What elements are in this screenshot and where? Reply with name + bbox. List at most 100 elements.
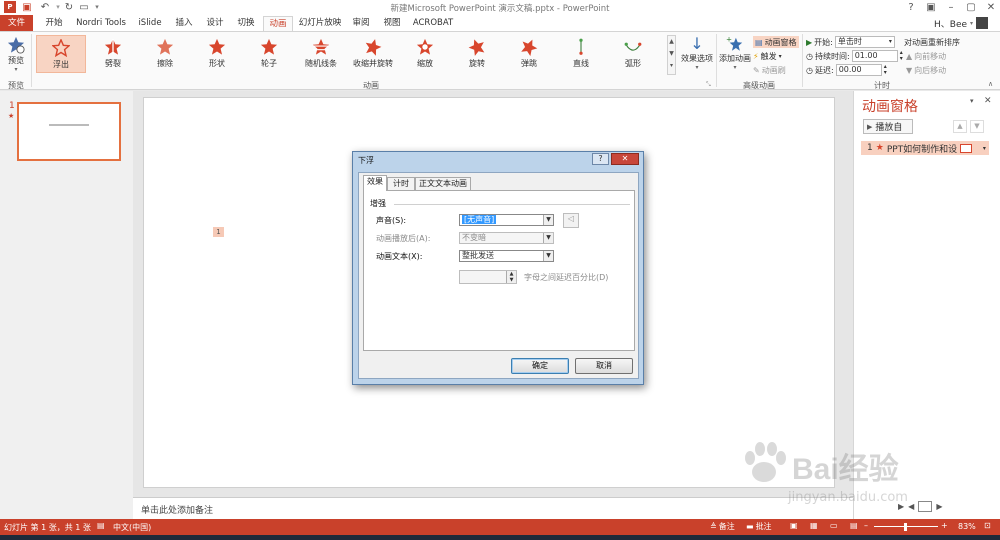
tab-review[interactable]: 审阅: [347, 16, 375, 31]
add-star-icon: +: [726, 35, 743, 51]
customize-quick-access-icon[interactable]: ▾: [91, 1, 103, 13]
ok-button[interactable]: 确定: [511, 358, 569, 374]
dialog-help-button[interactable]: ?: [592, 153, 609, 165]
pane-close-icon[interactable]: ✕: [984, 96, 992, 106]
undo-icon[interactable]: ↶: [39, 1, 51, 13]
anim-float-out[interactable]: 浮出: [36, 35, 86, 73]
pane-menu-icon[interactable]: ▾: [970, 97, 974, 105]
scroll-left-icon[interactable]: ◀: [908, 502, 914, 511]
animation-pane-button[interactable]: ▤ 动画窗格: [753, 36, 799, 48]
anim-bounce[interactable]: 弹跳: [504, 35, 554, 73]
item-label: PPT如何制作和设...: [886, 144, 957, 155]
tab-acrobat[interactable]: ACROBAT: [410, 16, 456, 31]
star-icon: [260, 38, 278, 55]
maximize-button[interactable]: ▢: [960, 0, 982, 15]
dialog-close-button[interactable]: ✕: [611, 153, 639, 165]
delay-input[interactable]: 00.00: [835, 64, 882, 76]
tab-design[interactable]: 设计: [201, 16, 229, 31]
after-animation-select[interactable]: 不变暗 ▼: [459, 232, 554, 244]
save-icon[interactable]: ▣: [21, 1, 33, 13]
sound-select[interactable]: [无声音] ▼: [459, 214, 554, 226]
delay-percent-input[interactable]: ▲ ▼: [459, 270, 517, 284]
trigger-button[interactable]: ⚡ 触发 ▾: [753, 50, 782, 62]
spell-check-icon[interactable]: ▤: [97, 521, 105, 530]
play-icon[interactable]: ▶: [898, 502, 904, 511]
minimize-button[interactable]: –: [940, 0, 962, 15]
delay-percent-label: 字母之间延迟百分比(D): [524, 273, 609, 282]
chevron-down-icon[interactable]: ▾: [983, 145, 986, 152]
ribbon-options-icon[interactable]: ▣: [920, 0, 942, 15]
scroll-thumb[interactable]: [918, 501, 933, 512]
delay-spinner[interactable]: ▴ ▾: [884, 64, 887, 76]
zoom-out-icon[interactable]: –: [864, 521, 868, 530]
anim-random-bars[interactable]: 随机线条: [296, 35, 346, 73]
tab-effect[interactable]: 效果: [363, 175, 387, 191]
group-label-advanced: 高级动画: [743, 81, 775, 90]
anim-wipe[interactable]: 擦除: [140, 35, 190, 73]
reorder-label: 对动画重新排序: [904, 37, 960, 47]
speaker-icon[interactable]: ◁: [563, 213, 579, 228]
anim-spin[interactable]: 旋转: [452, 35, 502, 73]
start-row: ▶ 开始: 单击时 ▾: [806, 36, 895, 48]
anim-shape[interactable]: 形状: [192, 35, 242, 73]
animation-painter-button[interactable]: ✎ 动画刷: [753, 64, 786, 76]
tab-timing[interactable]: 计时: [387, 177, 415, 190]
scroll-right-icon[interactable]: ▶: [936, 502, 942, 511]
tab-animations[interactable]: 动画: [263, 16, 293, 31]
tab-slideshow[interactable]: 幻灯片放映: [296, 16, 344, 31]
close-button[interactable]: ✕: [980, 0, 1000, 15]
tab-islide[interactable]: iSlide: [134, 16, 166, 31]
preview-button[interactable]: 预览 ▾: [3, 35, 29, 75]
comments-toggle[interactable]: ▬ 批注: [746, 521, 772, 532]
gallery-scroll[interactable]: ▲ ▼ ▾: [667, 35, 676, 75]
anim-wheel[interactable]: 轮子: [244, 35, 294, 73]
effect-options-button[interactable]: ↓ 效果选项 ▾: [679, 35, 715, 77]
anim-arc-path[interactable]: 弧形: [608, 35, 658, 73]
slideshow-view-icon[interactable]: ▤: [850, 521, 858, 530]
start-select[interactable]: 单击时 ▾: [834, 36, 895, 48]
chevron-down-icon: ▼: [543, 215, 553, 225]
notes-toggle[interactable]: ≜ 备注: [710, 521, 735, 532]
animation-list-item[interactable]: 1 ★ PPT如何制作和设... ▾: [861, 141, 989, 155]
section-divider: [394, 204, 630, 205]
move-down-button[interactable]: ▼: [970, 120, 984, 133]
redo-icon[interactable]: ↻: [63, 1, 75, 13]
tab-nordri-tools[interactable]: Nordri Tools: [72, 16, 130, 31]
zoom-in-icon[interactable]: +: [941, 521, 948, 530]
tab-insert[interactable]: 插入: [170, 16, 198, 31]
tab-text-animation[interactable]: 正文文本动画: [415, 177, 471, 190]
anim-split[interactable]: 劈裂: [88, 35, 138, 73]
animate-text-select[interactable]: 整批发送 ▼: [459, 250, 554, 262]
user-account[interactable]: H、Bee ▾: [934, 17, 989, 30]
move-earlier-button[interactable]: ▲ 向前移动: [906, 50, 946, 62]
add-animation-button[interactable]: + 添加动画 ▾: [718, 35, 752, 77]
anim-zoom[interactable]: 缩放: [400, 35, 450, 73]
zoom-slider-thumb[interactable]: [904, 523, 907, 531]
tab-transitions[interactable]: 切换: [232, 16, 260, 31]
anim-line-path[interactable]: 直线: [556, 35, 606, 73]
tab-home[interactable]: 开始: [40, 16, 68, 31]
cancel-button[interactable]: 取消: [575, 358, 633, 374]
group-label-preview: 预览: [8, 81, 24, 90]
move-up-button[interactable]: ▲: [953, 120, 967, 133]
duration-input[interactable]: 01.00: [851, 50, 898, 62]
collapse-ribbon-icon[interactable]: ∧: [988, 80, 993, 88]
normal-view-icon[interactable]: ▣: [790, 521, 798, 530]
help-icon[interactable]: ?: [900, 0, 922, 15]
fit-slide-icon[interactable]: ⊡: [984, 521, 991, 530]
tab-file[interactable]: 文件: [0, 15, 33, 31]
anim-shrink-turn[interactable]: 收缩并旋转: [348, 35, 398, 73]
slide-sorter-icon[interactable]: ▦: [810, 521, 818, 530]
reading-view-icon[interactable]: ▭: [830, 521, 838, 530]
play-from-button[interactable]: ▶ 播放自: [863, 119, 913, 134]
move-later-button[interactable]: ▼ 向后移动: [906, 64, 946, 76]
slide-thumbnail[interactable]: [17, 102, 121, 161]
dialog-launcher-icon[interactable]: ⤡: [706, 81, 711, 89]
tab-view[interactable]: 视图: [378, 16, 406, 31]
spinner-icon: ▲ ▼: [506, 271, 516, 283]
duration-spinner[interactable]: ▴ ▾: [900, 50, 903, 62]
start-show-icon[interactable]: ▭: [78, 1, 90, 13]
zoom-level[interactable]: 83%: [958, 522, 976, 531]
animation-order-tag[interactable]: 1: [213, 227, 224, 237]
language[interactable]: 中文(中国): [113, 522, 151, 533]
